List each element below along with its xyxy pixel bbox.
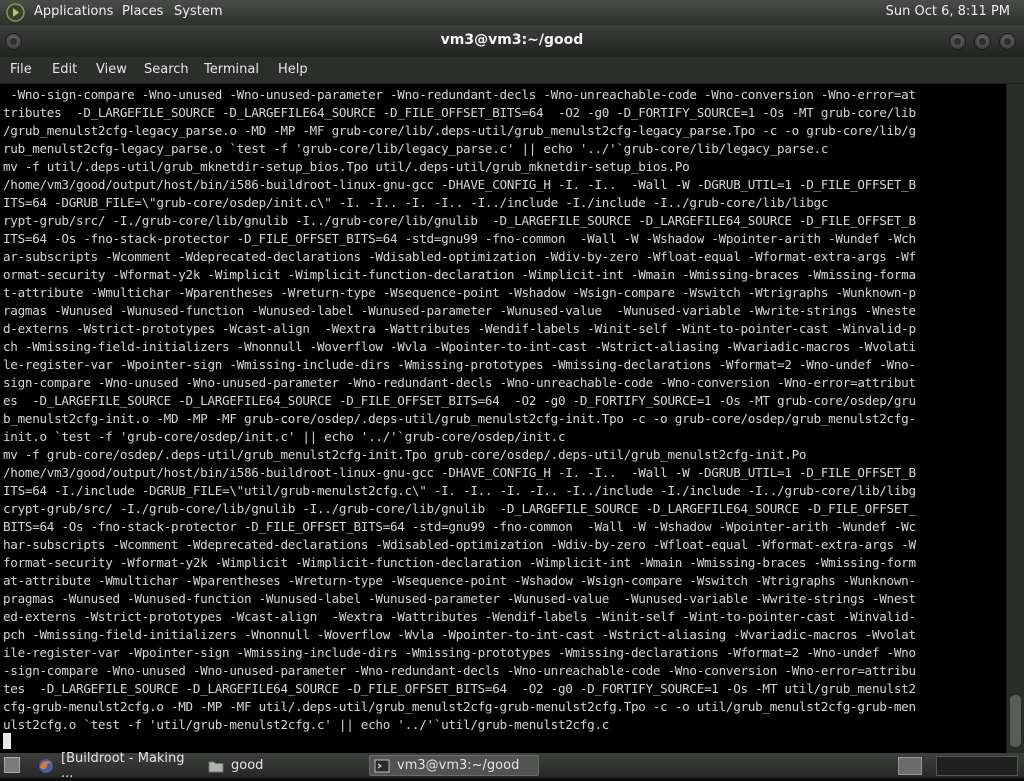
terminal-line: ar-subscripts -Wcomment -Wdeprecated-dec…	[3, 249, 916, 264]
menu-view[interactable]: View	[96, 62, 127, 77]
task-good-folder[interactable]: good	[204, 755, 364, 776]
terminal-line: ed-externs -Wstrict-prototypes -Wcast-al…	[3, 609, 916, 624]
terminal-line: cfg-grub-menulst2cfg.o -MD -MP -MF util/…	[3, 699, 916, 714]
panel-menu-system[interactable]: System	[174, 4, 222, 19]
terminal-line: pragmas -Wunused -Wunused-function -Wunu…	[3, 591, 916, 606]
terminal-lines: -Wno-sign-compare -Wno-unused -Wno-unuse…	[3, 86, 916, 734]
terminal-line: sign-compare -Wno-unused -Wno-unused-par…	[3, 375, 916, 390]
terminal-line: ormat-security -Wformat-y2k -Wimplicit -…	[3, 267, 916, 282]
panel-menu-places[interactable]: Places	[122, 4, 163, 19]
terminal-line: har-subscripts -Wcomment -Wdeprecated-de…	[3, 537, 916, 552]
close-button[interactable]	[999, 33, 1016, 50]
panel-clock[interactable]: Sun Oct 6, 8:11 PM	[886, 4, 1010, 19]
terminal-cursor	[3, 733, 11, 749]
terminal-line: /grub_menulst2cfg-legacy_parse.o -MD -MP…	[3, 123, 916, 138]
terminal-line: ragmas -Wunused -Wunused-function -Wunus…	[3, 303, 916, 318]
task-terminal-window[interactable]: vm3@vm3:~/good	[369, 755, 539, 776]
terminal-line: t-attribute -Wmultichar -Wparentheses -W…	[3, 285, 916, 300]
terminal-line: format-security -Wformat-y2k -Wimplicit …	[3, 555, 916, 570]
folder-icon	[208, 758, 224, 774]
terminal-line: mv -f grub-core/osdep/.deps-util/grub_me…	[3, 447, 807, 462]
terminal-line: tes -D_LARGEFILE_SOURCE -D_LARGEFILE64_S…	[3, 681, 916, 696]
terminal-line: mv -f util/.deps-util/grub_mknetdir-setu…	[3, 159, 690, 174]
firefox-icon	[38, 758, 54, 774]
minimize-button[interactable]	[949, 33, 966, 50]
terminal-line: es -D_LARGEFILE_SOURCE -D_LARGEFILE64_SO…	[3, 393, 916, 408]
menu-search[interactable]: Search	[144, 62, 189, 77]
scrollbar-thumb[interactable]	[1010, 695, 1021, 747]
terminal-line: rub_menulst2cfg-legacy_parse.o `test -f …	[3, 141, 829, 156]
terminal-line: ITS=64 -DGRUB_FILE=\"grub-core/osdep/ini…	[3, 195, 829, 210]
terminal-line: pch -Wmissing-field-initializers -Wnonnu…	[3, 627, 916, 642]
task-buildroot-browser[interactable]: [Buildroot - Making ...	[34, 751, 200, 781]
terminal-line: init.o `test -f 'grub-core/osdep/init.c'…	[3, 429, 566, 444]
window-title: vm3@vm3:~/good	[440, 32, 584, 48]
terminal-line: le-register-var -Wpointer-sign -Wmissing…	[3, 357, 916, 372]
terminal-line: ch -Wmissing-field-initializers -Wnonnul…	[3, 339, 916, 354]
top-panel: Applications Places System Sun Oct 6, 8:…	[0, 0, 1024, 25]
terminal-line: ITS=64 -I./include -DGRUB_FILE=\"util/gr…	[3, 483, 916, 498]
task-label: [Buildroot - Making ...	[61, 750, 185, 781]
terminal-line: at-attribute -Wmultichar -Wparentheses -…	[3, 573, 916, 588]
show-desktop-icon[interactable]	[4, 757, 20, 773]
terminal-line: crypt-grub/src/ -I./grub-core/lib/gnulib…	[3, 501, 916, 516]
distro-logo-icon[interactable]	[6, 3, 25, 22]
workspace-switcher-icon[interactable]	[898, 757, 922, 775]
maximize-button[interactable]	[974, 33, 991, 50]
bottom-taskbar: [Buildroot - Making ... good vm3@vm3:~/g…	[0, 751, 1024, 781]
terminal-line: tributes -D_LARGEFILE_SOURCE -D_LARGEFIL…	[3, 105, 916, 120]
terminal-line: ile-register-var -Wpointer-sign -Wmissin…	[3, 645, 916, 660]
terminal-line: -sign-compare -Wno-unused -Wno-unused-pa…	[3, 663, 916, 678]
menu-terminal[interactable]: Terminal	[204, 62, 259, 77]
window-titlebar[interactable]: vm3@vm3:~/good	[0, 25, 1024, 57]
terminal-line: BITS=64 -Os -fno-stack-protector -D_FILE…	[3, 519, 916, 534]
workspace-pager[interactable]	[936, 756, 1018, 776]
menu-edit[interactable]: Edit	[52, 62, 77, 77]
task-label: vm3@vm3:~/good	[397, 758, 520, 773]
terminal-output[interactable]: -Wno-sign-compare -Wno-unused -Wno-unuse…	[0, 84, 1006, 753]
terminal-icon	[374, 758, 390, 774]
menu-file[interactable]: File	[10, 62, 32, 77]
terminal-scrollbar[interactable]	[1006, 84, 1024, 753]
terminal-line: ITS=64 -Os -fno-stack-protector -D_FILE_…	[3, 231, 916, 246]
terminal-line: b_menulst2cfg-init.o -MD -MP -MF grub-co…	[3, 411, 916, 426]
terminal-line: d-externs -Wstrict-prototypes -Wcast-ali…	[3, 321, 916, 336]
task-label: good	[231, 758, 264, 773]
panel-menu-applications[interactable]: Applications	[34, 4, 113, 19]
terminal-line: rypt-grub/src/ -I./grub-core/lib/gnulib …	[3, 213, 916, 228]
terminal-menubar: File Edit View Search Terminal Help	[0, 57, 1024, 84]
terminal-line: /home/vm3/good/output/host/bin/i586-buil…	[3, 177, 916, 192]
menu-help[interactable]: Help	[278, 62, 308, 77]
terminal-line: /home/vm3/good/output/host/bin/i586-buil…	[3, 465, 916, 480]
terminal-line: -Wno-sign-compare -Wno-unused -Wno-unuse…	[3, 87, 916, 102]
terminal-line: ulst2cfg.o `test -f 'util/grub-menulst2c…	[3, 717, 610, 732]
